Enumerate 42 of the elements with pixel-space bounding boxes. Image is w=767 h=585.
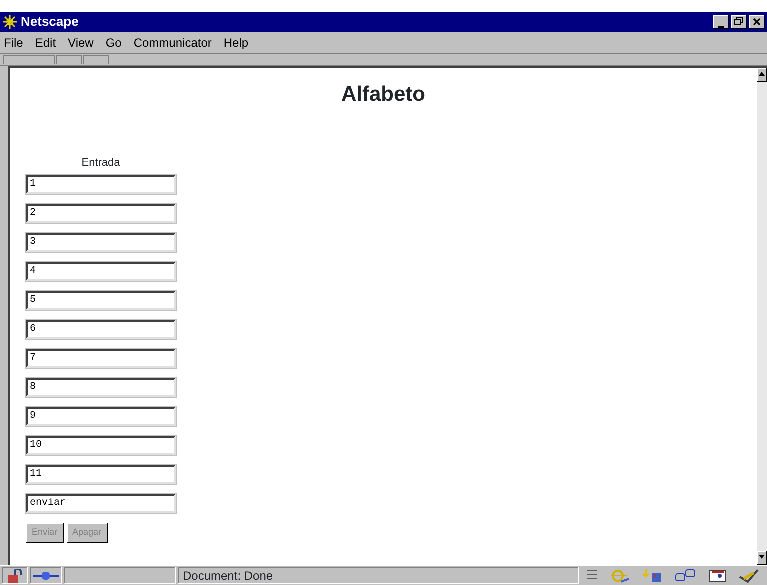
minimize-icon	[718, 26, 724, 28]
menu-item[interactable]: Help	[224, 34, 249, 52]
close-icon	[753, 18, 761, 26]
close-button[interactable]	[749, 15, 765, 29]
composer-icon[interactable]	[739, 568, 759, 582]
scroll-down-button[interactable]	[757, 551, 767, 565]
chat-icon[interactable]	[675, 568, 697, 582]
input-field[interactable]: 11	[26, 465, 176, 484]
scroll-up-button[interactable]	[757, 68, 767, 82]
input-field[interactable]: 9	[26, 407, 176, 426]
menu-item[interactable]: Edit	[35, 34, 56, 52]
input-field[interactable]: 2	[26, 204, 176, 223]
input-field[interactable]: 5	[26, 291, 176, 310]
lock-icon	[7, 568, 23, 582]
minimize-button[interactable]	[713, 15, 729, 29]
form-label: Entrada	[80, 156, 122, 170]
input-field[interactable]: 4	[26, 262, 176, 281]
navigator-icon[interactable]	[609, 568, 629, 582]
up-arrow-icon	[759, 72, 765, 76]
input-field[interactable]: 10	[26, 436, 176, 455]
menu-item[interactable]: Communicator	[134, 34, 212, 52]
input-field[interactable]: 1	[26, 175, 176, 194]
page-heading: Alfabeto	[340, 82, 426, 108]
restore-button[interactable]	[731, 15, 747, 29]
app-logo-icon	[2, 14, 18, 30]
menu-item[interactable]: Go	[106, 34, 122, 52]
vertical-scrollbar[interactable]	[757, 68, 767, 565]
input-field[interactable]: 8	[26, 378, 176, 397]
input-field[interactable]: 7	[26, 349, 176, 368]
input-field[interactable]: 3	[26, 233, 176, 252]
menu-lines-icon[interactable]	[587, 569, 597, 582]
window-title: Netscape	[21, 13, 79, 32]
input-field[interactable]: enviar	[26, 494, 176, 513]
menu-item[interactable]: View	[68, 34, 94, 52]
menu-item[interactable]: File	[4, 34, 24, 52]
connection-icon	[33, 570, 59, 580]
down-arrow-icon	[759, 555, 765, 560]
restore-icon	[734, 17, 744, 26]
status-text: Document: Done	[182, 568, 274, 584]
inbox-icon[interactable]	[641, 568, 663, 582]
input-field[interactable]: 6	[26, 320, 176, 339]
address-card-icon[interactable]	[709, 568, 727, 582]
